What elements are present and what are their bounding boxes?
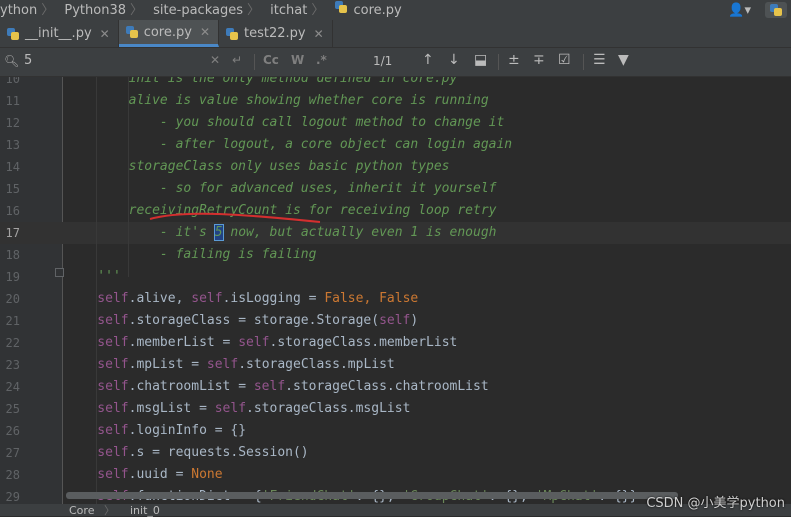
python-console-button[interactable] <box>765 2 787 18</box>
breadcrumb-item[interactable]: ython <box>0 2 41 19</box>
match-case-toggle[interactable]: Cc <box>263 53 279 67</box>
settings-icon[interactable]: ☰ <box>593 52 606 68</box>
search-input[interactable]: 5 <box>24 53 32 68</box>
divider <box>254 54 255 70</box>
code-editor[interactable]: 10 init is the only method defined in co… <box>0 77 791 504</box>
horizontal-scrollbar[interactable] <box>66 492 678 499</box>
breadcrumb-item[interactable]: itchat <box>270 2 311 19</box>
match-count: 1/1 <box>373 54 393 68</box>
remove-selection-icon[interactable]: ∓ <box>533 52 545 68</box>
regex-toggle[interactable]: .* <box>316 53 327 67</box>
close-icon[interactable]: ✕ <box>314 27 324 41</box>
previous-occurrence-icon[interactable]: ↑ <box>422 52 434 68</box>
breadcrumb-separator: 〉 <box>41 3 55 18</box>
breadcrumb-separator: 〉 <box>104 504 115 517</box>
search-icon[interactable]: 🔍︎ <box>4 54 19 68</box>
toolbar-right: 👤▾ <box>728 0 791 20</box>
indent-guide <box>128 77 129 277</box>
tab-label: core.py <box>143 24 192 40</box>
breadcrumb-item[interactable]: site-packages <box>153 2 247 19</box>
python-file-icon <box>334 0 348 14</box>
breadcrumb-separator: 〉 <box>130 3 144 18</box>
select-occurrences-icon[interactable]: ☑ <box>558 52 571 68</box>
user-icon[interactable]: 👤▾ <box>728 3 751 18</box>
red-annotation-stroke <box>149 212 321 223</box>
divider <box>498 54 499 70</box>
find-bar: 🔍︎ 5 ✕ ↵ Cc W .* 1/1 ↑ ↓ ⬓ ± ∓ ☑ ☰ ▼ <box>0 48 791 77</box>
python-icon <box>769 3 783 17</box>
next-occurrence-icon[interactable]: ↓ <box>448 52 460 68</box>
python-file-icon <box>6 27 20 41</box>
divider <box>583 54 584 70</box>
select-all-occurrences-icon[interactable]: ⬓ <box>474 52 487 68</box>
python-file-icon <box>225 27 239 41</box>
python-file-icon <box>125 25 139 39</box>
newline-icon[interactable]: ↵ <box>232 53 242 67</box>
whole-word-toggle[interactable]: W <box>291 53 304 67</box>
filter-icon[interactable]: ▼ <box>618 52 629 68</box>
tab-test22-py[interactable]: test22.py ✕ <box>219 20 333 47</box>
status-crumb-init[interactable]: init_0 <box>130 505 160 517</box>
tab-core-py[interactable]: core.py ✕ <box>118 20 220 47</box>
close-icon[interactable]: ✕ <box>200 25 210 39</box>
indent-guide <box>96 77 97 504</box>
watermark: CSDN @小美学python <box>646 496 785 511</box>
close-icon[interactable]: ✕ <box>100 27 110 41</box>
breadcrumb: ython 〉 Python38 〉 site-packages 〉 itchat 〉 … <box>0 0 791 20</box>
tab-label: __init__.py <box>25 26 92 41</box>
breadcrumb-separator: 〉 <box>311 3 325 18</box>
clear-icon[interactable]: ✕ <box>210 53 220 67</box>
tab-label: test22.py <box>244 26 306 41</box>
breadcrumb-item[interactable]: Python38 <box>64 2 130 19</box>
add-selection-icon[interactable]: ± <box>508 52 520 68</box>
editor-tabs: __init__.py ✕ core.py ✕ test22.py ✕ <box>0 20 791 48</box>
breadcrumb-item[interactable]: core.py <box>353 2 405 19</box>
tab-init-py[interactable]: __init__.py ✕ <box>0 20 119 47</box>
breadcrumb-separator: 〉 <box>246 3 260 18</box>
status-crumb-core[interactable]: Core <box>69 505 94 517</box>
